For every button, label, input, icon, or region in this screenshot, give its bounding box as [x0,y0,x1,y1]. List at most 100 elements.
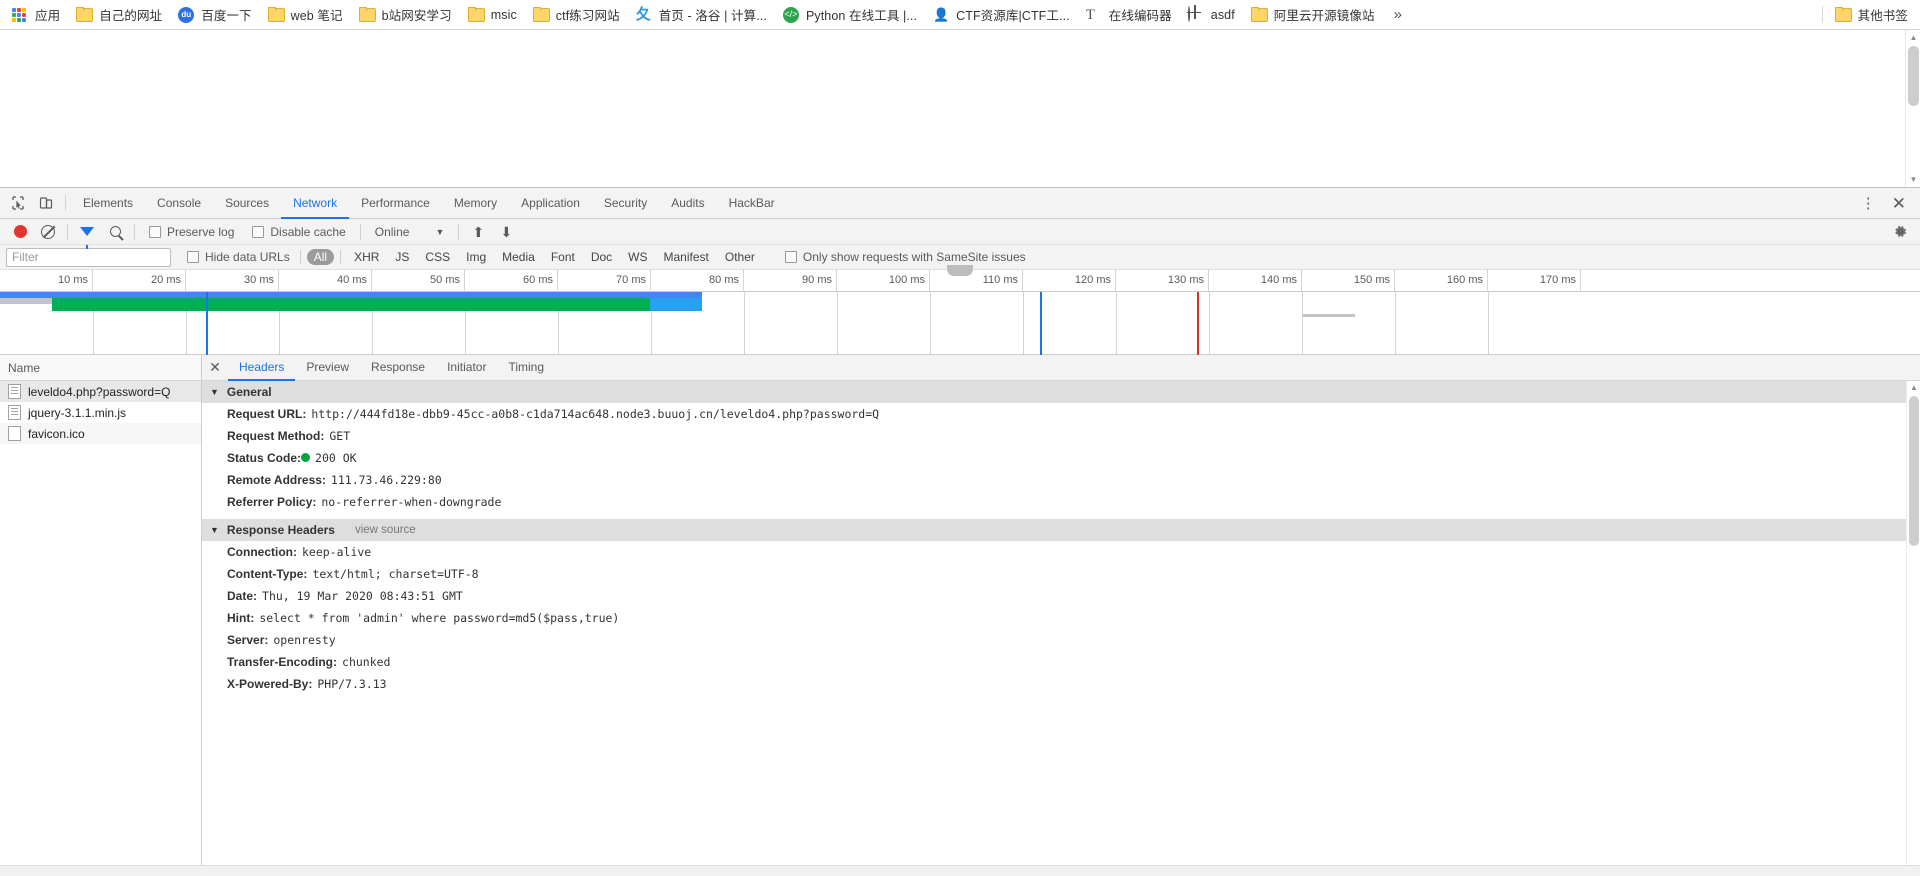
tab-security[interactable]: Security [592,188,659,219]
overview-dash-marker [1303,314,1355,317]
tab-sources[interactable]: Sources [213,188,281,219]
scroll-down-arrow-icon[interactable]: ▼ [1906,172,1920,187]
export-arrow-down-icon[interactable]: ⬇ [492,220,520,244]
network-toolbar: Preserve log Disable cache Online ▼ ⬆ ⬇ [0,219,1920,249]
detail-scrollbar[interactable]: ▲ ▼ [1906,381,1920,876]
gear-icon[interactable] [1886,220,1914,244]
scrollbar-thumb[interactable] [1908,46,1919,106]
tick-label: 170 ms [1539,274,1576,286]
tab-performance[interactable]: Performance [349,188,442,219]
checkbox-box[interactable] [187,251,199,263]
filter-type-ws[interactable]: WS [621,249,654,265]
network-overview-timeline[interactable]: 10 ms 20 ms 30 ms 40 ms 50 ms 60 ms 70 m… [0,265,1920,355]
table-row[interactable]: favicon.ico [0,423,201,444]
other-bookmarks-label: 其他书签 [1857,9,1908,23]
header-row: Request URL: http://444fd18e-dbb9-45cc-a… [202,403,1920,425]
checkbox-box[interactable] [784,251,797,263]
tab-network[interactable]: Network [281,188,350,219]
tab-console[interactable]: Console [145,188,213,219]
page-scrollbar[interactable]: ▲ ▼ [1905,30,1920,187]
bookmark-item-2[interactable]: du 百度一下 [171,3,258,27]
bookmark-item-4[interactable]: b站网安学习 [352,3,459,27]
response-headers-section-header[interactable]: ▼ Response Headers view source [202,519,1920,541]
bookmark-item-8[interactable]: </> Python 在线工具 |... [776,3,924,27]
import-arrow-up-icon[interactable]: ⬆ [464,220,492,244]
tab-hackbar[interactable]: HackBar [717,188,787,219]
tick-label: 100 ms [888,274,925,286]
close-icon[interactable]: ✕ [1884,195,1914,212]
tick-label: 50 ms [430,274,460,286]
bookmark-item-10[interactable]: T 在线编码器 [1079,3,1179,27]
hide-data-urls-checkbox[interactable]: Hide data URLs [187,250,290,264]
table-row[interactable]: jquery-3.1.1.min.js [0,402,201,423]
bookmark-item-6[interactable]: ctf练习网站 [526,3,627,27]
bookmark-item-11[interactable]: asdf [1181,3,1242,27]
funnel-filter-icon[interactable] [73,220,101,249]
view-source-link[interactable]: view source [355,524,416,536]
tab-timing[interactable]: Timing [497,355,555,381]
tab-initiator[interactable]: Initiator [436,355,497,381]
header-value: chunked [342,655,391,669]
filter-type-css[interactable]: CSS [418,249,457,265]
throttling-select[interactable]: Online ▼ [366,225,454,239]
more-vertical-icon[interactable]: ⋮ [1853,196,1884,211]
close-icon[interactable]: ✕ [202,355,228,380]
samesite-issues-checkbox[interactable]: Only show requests with SameSite issues [784,250,1026,264]
tick-label: 70 ms [616,274,646,286]
folder-icon [76,7,92,23]
filter-type-media[interactable]: Media [495,249,542,265]
filter-input[interactable] [6,247,171,267]
table-row[interactable]: leveldo4.php?password=Q [0,381,201,402]
request-list-header[interactable]: Name [0,355,201,381]
tick-label: 110 ms [982,274,1018,286]
bookmark-item-1[interactable]: 自己的网址 [69,3,169,27]
hide-data-urls-label: Hide data URLs [205,250,290,264]
device-toolbar-icon[interactable] [32,188,60,218]
checkbox-box[interactable] [149,225,161,238]
disable-cache-checkbox[interactable]: Disable cache [243,225,354,239]
toolbar-divider [458,223,460,240]
tab-audits[interactable]: Audits [659,188,716,219]
other-bookmarks-button[interactable]: 其他书签 [1828,3,1915,27]
filter-type-js[interactable]: JS [388,249,416,265]
record-circle-icon[interactable] [6,220,34,244]
preserve-log-checkbox[interactable]: Preserve log [140,225,243,239]
filter-type-xhr[interactable]: XHR [347,249,386,265]
tab-application[interactable]: Application [509,188,592,219]
tab-response[interactable]: Response [360,355,436,381]
text-t-icon: T [1085,6,1095,23]
header-row: Status Code: 200 OK [202,447,1920,469]
scroll-up-arrow-icon[interactable]: ▲ [1907,381,1920,395]
scrollbar-thumb[interactable] [1909,396,1919,546]
overview-resize-grabber[interactable] [947,265,973,276]
clear-no-entry-icon[interactable] [34,220,62,244]
filter-type-manifest[interactable]: Manifest [657,249,716,265]
header-key: Request URL: [227,407,307,421]
bookmark-apps[interactable]: 应用 [5,3,67,27]
general-section-header[interactable]: ▼ General [202,381,1920,403]
header-value[interactable]: http://444fd18e-dbb9-45cc-a0b8-c1da714ac… [311,407,879,421]
bookmark-item-5[interactable]: msic [461,3,524,27]
bookmarks-overflow-button[interactable]: » [1384,3,1412,27]
tick-label: 130 ms [1167,274,1204,286]
filter-divider [340,250,342,264]
bookmark-item-3[interactable]: web 笔记 [261,3,350,27]
filter-type-all[interactable]: All [306,249,335,265]
tab-preview[interactable]: Preview [295,355,360,381]
bookmark-item-9[interactable]: 👤 CTF资源库|CTF工... [926,3,1077,27]
inspect-cursor-icon[interactable] [4,188,32,218]
filter-type-img[interactable]: Img [459,249,493,265]
bookmark-item-7[interactable]: 夂 首页 - 洛谷 | 计算... [629,3,774,27]
filter-type-doc[interactable]: Doc [584,249,619,265]
samesite-issues-label: Only show requests with SameSite issues [802,250,1026,264]
filter-type-other[interactable]: Other [718,249,762,265]
search-magnifier-icon[interactable] [101,220,129,244]
tab-elements[interactable]: Elements [71,188,145,219]
scroll-up-arrow-icon[interactable]: ▲ [1906,30,1920,45]
bookmark-item-12[interactable]: 阿里云开源镜像站 [1244,3,1382,27]
filter-type-font[interactable]: Font [544,249,582,265]
detail-tabbar: ✕ Headers Preview Response Initiator Tim… [202,355,1920,381]
tab-memory[interactable]: Memory [442,188,509,219]
tab-headers[interactable]: Headers [228,355,296,381]
checkbox-box[interactable] [252,225,265,238]
